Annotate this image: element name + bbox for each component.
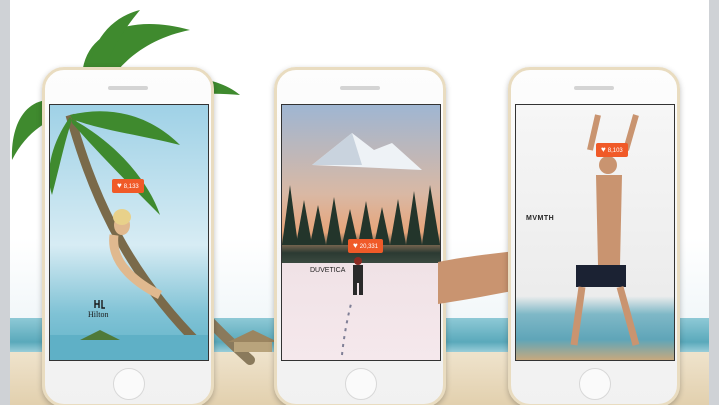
hilton-logo-icon [94, 300, 105, 309]
heart-icon: ♥ [117, 181, 122, 190]
like-count: 20,331 [359, 244, 379, 250]
home-button[interactable] [113, 368, 145, 400]
phone-mockup-hilton: ♥ 8,133 Hilton [42, 67, 214, 405]
like-count-badge: ♥ 8,133 [112, 179, 144, 193]
phone-screen-mvmth: ♥ 8,103 MVMTH [515, 104, 675, 361]
home-button[interactable] [345, 368, 377, 400]
phone-mockup-mvmth: ♥ 8,103 MVMTH [508, 67, 680, 405]
palm-woman-photo [50, 111, 208, 360]
beach-hut-illustration [228, 330, 278, 352]
brand-label: MVMTH [526, 215, 555, 222]
jumping-man-photo [570, 114, 640, 346]
brand-label: DUVETICA [310, 267, 346, 274]
phone-screen-duvetica: ♥ 20,331 DUVETICA [281, 104, 441, 361]
like-count-badge: ♥ 20,331 [348, 239, 384, 253]
mountain-snow-photo [282, 133, 440, 356]
beach-scene: ♥ 8,133 Hilton ♥ 20,331 DUVETICA ♥ 8,103… [0, 0, 719, 405]
phone-mockup-duvetica: ♥ 20,331 DUVETICA [274, 67, 446, 405]
like-count: 8,103 [607, 148, 623, 154]
phone-speaker [108, 86, 148, 90]
like-count: 8,133 [123, 184, 139, 190]
heart-icon: ♥ [601, 145, 606, 154]
like-count-badge: ♥ 8,103 [596, 143, 628, 157]
phone-speaker [574, 86, 614, 90]
phone-screen-hilton: ♥ 8,133 Hilton [49, 104, 209, 361]
phone-speaker [340, 86, 380, 90]
heart-icon: ♥ [353, 241, 358, 250]
right-border [709, 0, 719, 405]
brand-label: Hilton [88, 310, 109, 319]
home-button[interactable] [579, 368, 611, 400]
